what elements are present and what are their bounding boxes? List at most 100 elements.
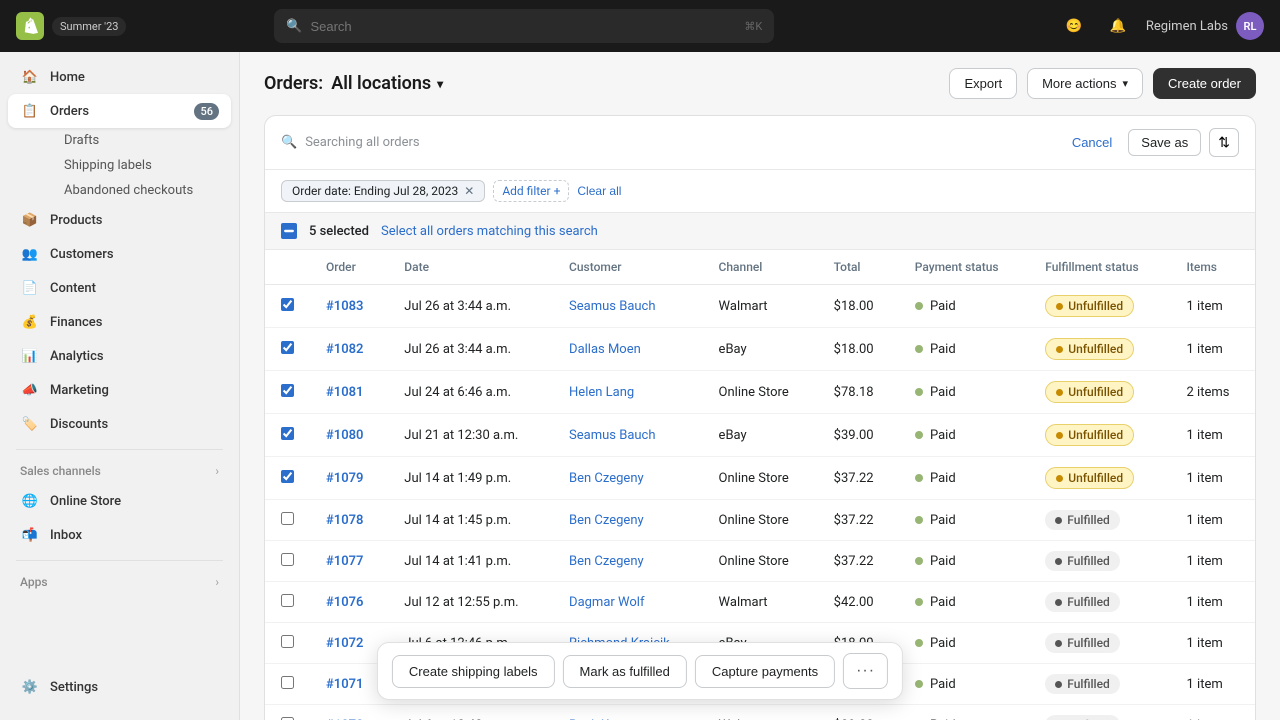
row-checkbox-cell[interactable] <box>265 457 310 500</box>
row-checkbox-cell[interactable] <box>265 328 310 371</box>
save-as-button[interactable]: Save as <box>1128 129 1201 156</box>
order-customer[interactable]: Seamus Bauch <box>553 414 703 457</box>
sidebar-item-online-store[interactable]: 🌐 Online Store <box>8 484 231 518</box>
mark-as-fulfilled-button[interactable]: Mark as fulfilled <box>563 655 687 688</box>
order-payment: Paid <box>899 623 1030 664</box>
row-checkbox[interactable] <box>281 717 294 720</box>
order-customer[interactable]: Ben Czegeny <box>553 457 703 500</box>
row-checkbox[interactable] <box>281 298 294 311</box>
order-customer[interactable]: Seamus Bauch <box>553 285 703 328</box>
row-checkbox-cell[interactable] <box>265 371 310 414</box>
row-checkbox-cell[interactable] <box>265 623 310 664</box>
row-checkbox-cell[interactable] <box>265 705 310 720</box>
order-id[interactable]: #1076 <box>310 582 388 623</box>
sidebar-item-label-discounts: Discounts <box>50 417 108 432</box>
sidebar-item-home[interactable]: 🏠 Home <box>8 60 231 94</box>
order-customer[interactable]: Dallas Moen <box>553 328 703 371</box>
row-checkbox[interactable] <box>281 635 294 648</box>
order-customer[interactable]: Helen Lang <box>553 371 703 414</box>
fulfillment-badge-unfulfilled: Unfulfilled <box>1045 295 1134 317</box>
sidebar-item-settings[interactable]: ⚙️ Settings <box>8 670 231 704</box>
select-all-link[interactable]: Select all orders matching this search <box>381 224 598 239</box>
sidebar-item-discounts[interactable]: 🏷️ Discounts <box>8 407 231 441</box>
row-checkbox-cell[interactable] <box>265 664 310 705</box>
order-link[interactable]: #1080 <box>326 428 363 443</box>
order-id[interactable]: #1079 <box>310 457 388 500</box>
order-id[interactable]: #1077 <box>310 541 388 582</box>
create-order-button[interactable]: Create order <box>1153 68 1256 99</box>
row-checkbox[interactable] <box>281 427 294 440</box>
row-checkbox[interactable] <box>281 553 294 566</box>
payment-status-dot <box>915 474 923 482</box>
sidebar-item-analytics[interactable]: 📊 Analytics <box>8 339 231 373</box>
order-id[interactable]: #1070 <box>310 705 388 720</box>
user-menu[interactable]: Regimen Labs RL <box>1146 12 1264 40</box>
add-filter-button[interactable]: Add filter + <box>493 180 569 202</box>
bulk-select-checkbox[interactable] <box>281 223 297 239</box>
row-checkbox-cell[interactable] <box>265 414 310 457</box>
clear-all-button[interactable]: Clear all <box>577 184 621 198</box>
order-customer[interactable]: Dagmar Wolf <box>553 582 703 623</box>
more-actions-button[interactable]: More actions ▾ <box>1027 68 1143 99</box>
col-date: Date <box>388 250 553 285</box>
fulfillment-badge-fulfilled: Fulfilled <box>1045 715 1120 720</box>
row-checkbox-cell[interactable] <box>265 541 310 582</box>
remove-filter-icon[interactable]: ✕ <box>464 184 474 198</box>
search-input[interactable] <box>310 19 736 34</box>
order-id[interactable]: #1081 <box>310 371 388 414</box>
row-checkbox[interactable] <box>281 384 294 397</box>
sidebar-item-finances[interactable]: 💰 Finances <box>8 305 231 339</box>
order-link[interactable]: #1072 <box>326 636 363 651</box>
sidebar-item-content[interactable]: 📄 Content <box>8 271 231 305</box>
order-customer[interactable]: Ben Czegeny <box>553 541 703 582</box>
row-checkbox[interactable] <box>281 512 294 525</box>
order-link[interactable]: #1082 <box>326 342 363 357</box>
apps-label[interactable]: Apps › <box>8 569 231 595</box>
sidebar-item-orders[interactable]: 📋 Orders 56 <box>8 94 231 128</box>
order-link[interactable]: #1077 <box>326 554 363 569</box>
sidebar-item-inbox[interactable]: 📬 Inbox <box>8 518 231 552</box>
order-date: Jul 26 at 3:44 a.m. <box>388 328 553 371</box>
analytics-icon: 📊 <box>20 346 40 366</box>
row-checkbox-cell[interactable] <box>265 500 310 541</box>
orders-content: 🔍 Searching all orders Cancel Save as ⇅ <box>240 115 1280 720</box>
order-id[interactable]: #1082 <box>310 328 388 371</box>
export-button[interactable]: Export <box>949 68 1017 99</box>
sales-channels-label[interactable]: Sales channels › <box>8 458 231 484</box>
search-field[interactable]: 🔍 Searching all orders <box>281 135 1056 150</box>
sidebar-item-abandoned-checkouts[interactable]: Abandoned checkouts <box>52 178 231 203</box>
order-customer[interactable]: Buck Kemmer <box>553 705 703 720</box>
capture-payments-button[interactable]: Capture payments <box>695 655 835 688</box>
order-id[interactable]: #1083 <box>310 285 388 328</box>
order-id[interactable]: #1080 <box>310 414 388 457</box>
help-icon[interactable]: 😊 <box>1058 10 1090 42</box>
sort-button[interactable]: ⇅ <box>1209 128 1239 157</box>
sidebar-item-shipping-labels[interactable]: Shipping labels <box>52 153 231 178</box>
notifications-icon[interactable]: 🔔 <box>1102 10 1134 42</box>
row-checkbox-cell[interactable] <box>265 285 310 328</box>
order-id[interactable]: #1078 <box>310 500 388 541</box>
date-filter-tag[interactable]: Order date: Ending Jul 28, 2023 ✕ <box>281 180 485 202</box>
cancel-button[interactable]: Cancel <box>1064 130 1120 155</box>
sidebar-item-drafts[interactable]: Drafts <box>52 128 231 153</box>
order-link[interactable]: #1083 <box>326 299 363 314</box>
row-checkbox[interactable] <box>281 594 294 607</box>
order-link[interactable]: #1078 <box>326 513 363 528</box>
sidebar-item-products[interactable]: 📦 Products <box>8 203 231 237</box>
row-checkbox[interactable] <box>281 341 294 354</box>
row-checkbox[interactable] <box>281 676 294 689</box>
search-bar[interactable]: 🔍 ⌘K <box>274 9 774 43</box>
order-link[interactable]: #1071 <box>326 677 363 692</box>
create-shipping-labels-button[interactable]: Create shipping labels <box>392 655 555 688</box>
order-customer[interactable]: Ben Czegeny <box>553 500 703 541</box>
store-badge[interactable]: Summer '23 <box>52 17 126 36</box>
row-checkbox-cell[interactable] <box>265 582 310 623</box>
order-link[interactable]: #1081 <box>326 385 363 400</box>
order-link[interactable]: #1076 <box>326 595 363 610</box>
row-checkbox[interactable] <box>281 470 294 483</box>
sidebar-item-customers[interactable]: 👥 Customers <box>8 237 231 271</box>
bottom-more-button[interactable]: ··· <box>843 653 888 689</box>
location-dropdown[interactable]: All locations ▾ <box>331 73 443 94</box>
sidebar-item-marketing[interactable]: 📣 Marketing <box>8 373 231 407</box>
order-link[interactable]: #1079 <box>326 471 363 486</box>
